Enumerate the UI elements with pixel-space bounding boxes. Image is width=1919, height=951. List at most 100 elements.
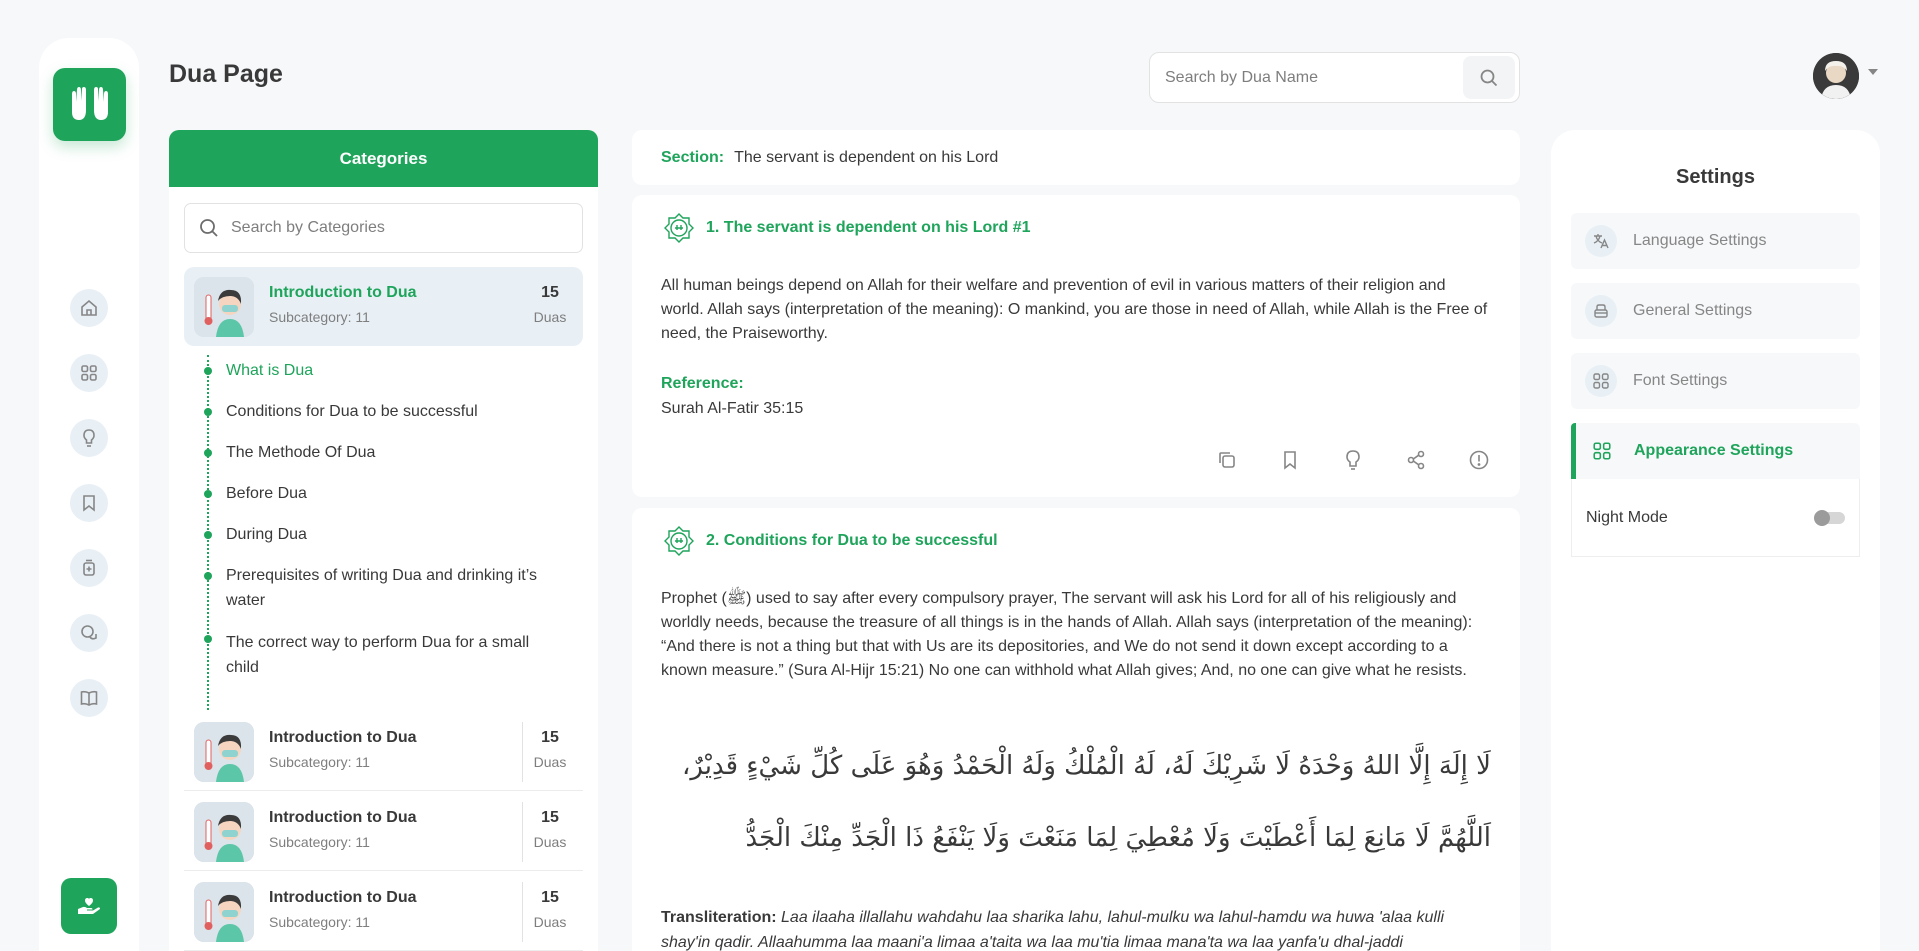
subcategory-item[interactable]: What is Dua [226, 358, 556, 383]
subcategory-item[interactable]: Before Dua [226, 481, 556, 506]
book-icon[interactable] [70, 679, 108, 717]
categories-title: Categories [169, 130, 598, 187]
hands-icon[interactable] [53, 68, 126, 141]
grid-icon [1585, 365, 1617, 397]
category-item[interactable]: Introduction to Dua Subcategory: 11 15 D… [184, 872, 583, 951]
subcategory-item[interactable]: The correct way to perform Dua for a sma… [226, 630, 546, 680]
bookmark-icon[interactable] [70, 484, 108, 522]
settings-panel: Settings Language Settings General Setti… [1551, 130, 1880, 951]
arabic-text: لَا إِلَهَ إِلَّا اللهُ وَحْدَهُ لَا شَر… [681, 751, 1491, 853]
dua-count: 15 [541, 809, 559, 826]
night-mode-toggle[interactable] [1814, 509, 1845, 526]
grid-icon [1586, 435, 1618, 467]
dua-count-label: Duas [533, 834, 567, 850]
appearance-settings[interactable]: Appearance Settings [1571, 423, 1860, 479]
settings-title: Settings [1676, 166, 1755, 188]
search-icon [1480, 69, 1498, 86]
donate-icon[interactable] [61, 878, 117, 934]
category-item-active[interactable]: Introduction to Dua Subcategory: 11 15 D… [184, 267, 583, 346]
subcategory-dot [204, 490, 212, 498]
plus-jar-icon[interactable] [70, 549, 108, 587]
subcategory-item[interactable]: The Methode Of Dua [226, 440, 556, 465]
category-thumbnail [194, 722, 254, 782]
general-icon [1585, 295, 1617, 327]
category-thumbnail [194, 277, 254, 337]
transliteration-text: Laa ilaaha illallahu wahdahu laa sharika… [661, 909, 1445, 951]
divider [522, 722, 523, 782]
settings-item-label: Appearance Settings [1634, 442, 1794, 459]
dua-title-text: 2. Conditions for Dua to be successful [706, 532, 998, 549]
dua-body: All human beings depend on Allah for the… [661, 277, 1488, 342]
dua-count: 15 [541, 729, 559, 746]
section-label: Section: [661, 148, 725, 166]
night-mode-label: Night Mode [1586, 508, 1668, 526]
category-name: Introduction to Dua [269, 284, 417, 301]
language-settings[interactable]: Language Settings [1571, 213, 1860, 269]
category-item[interactable]: Introduction to Dua Subcategory: 11 15 D… [184, 792, 583, 871]
subcategory-dot [204, 531, 212, 539]
page-title: Dua Page [169, 60, 283, 88]
grid-icon[interactable] [70, 354, 108, 392]
category-thumbnail [194, 882, 254, 942]
subcategory-item[interactable]: Prerequisites of writing Dua and drinkin… [226, 563, 546, 613]
divider [522, 802, 523, 862]
dua-actions [1214, 447, 1491, 472]
font-settings[interactable]: Font Settings [1571, 353, 1860, 409]
left-rail [39, 38, 139, 951]
category-thumbnail [194, 802, 254, 862]
allah-emblem-icon [664, 526, 694, 556]
category-name: Introduction to Dua [269, 889, 417, 906]
subcategory-dot [204, 367, 212, 375]
night-mode-row: Night Mode [1571, 479, 1860, 557]
subcategory-item[interactable]: Conditions for Dua to be successful [226, 399, 556, 424]
toggle-knob [1814, 509, 1830, 526]
home-icon[interactable] [70, 289, 108, 327]
bulb-icon[interactable] [1340, 447, 1365, 472]
settings-item-label: Font Settings [1633, 372, 1728, 389]
dua-count-label: Duas [533, 914, 567, 930]
reference-label: Reference: [661, 375, 744, 392]
categories-panel: Categories Introduction to Dua Subcatego… [169, 130, 598, 951]
chat-icon[interactable] [70, 614, 108, 652]
category-subcount: Subcategory: 11 [269, 309, 370, 325]
dua-title: 1. The servant is dependent on his Lord … [661, 210, 1031, 246]
category-subcount: Subcategory: 11 [269, 834, 370, 850]
share-icon[interactable] [1403, 447, 1428, 472]
dua-count-label: Duas [533, 754, 567, 770]
transliteration-label: Transliteration: [661, 909, 777, 926]
section-name: The servant is dependent on his Lord [734, 148, 999, 166]
subcategory-dot [204, 635, 212, 643]
general-settings[interactable]: General Settings [1571, 283, 1860, 339]
dua-count: 15 [541, 889, 559, 906]
dua-search-input[interactable] [1150, 68, 1463, 87]
dua-count: 15 [541, 284, 559, 301]
category-name: Introduction to Dua [269, 729, 417, 746]
settings-item-label: General Settings [1633, 302, 1753, 319]
bookmark-icon[interactable] [1277, 447, 1302, 472]
translate-icon [1585, 225, 1617, 257]
category-name: Introduction to Dua [269, 809, 417, 826]
category-subcount: Subcategory: 11 [269, 914, 370, 930]
avatar[interactable] [1813, 53, 1859, 99]
allah-emblem-icon [664, 213, 694, 243]
category-item[interactable]: Introduction to Dua Subcategory: 11 15 D… [184, 712, 583, 791]
report-icon[interactable] [1466, 447, 1491, 472]
category-search [184, 203, 583, 253]
dua-card: 1. The servant is dependent on his Lord … [632, 195, 1520, 497]
chevron-down-icon[interactable] [1868, 69, 1878, 75]
search-icon [200, 219, 218, 237]
dua-title-text: 1. The servant is dependent on his Lord … [706, 219, 1031, 236]
dua-card: 2. Conditions for Dua to be successful P… [632, 508, 1520, 951]
dua-body: Prophet (ﷺ) used to say after every comp… [661, 590, 1473, 679]
dua-search [1149, 52, 1520, 103]
bulb-icon[interactable] [70, 419, 108, 457]
subcategory-dot [204, 572, 212, 580]
section-bar: Section: The servant is dependent on his… [632, 130, 1520, 185]
subcategory-item[interactable]: During Dua [226, 522, 556, 547]
transliteration: Transliteration: Laa ilaaha illallahu wa… [661, 905, 1491, 951]
search-button[interactable] [1463, 56, 1515, 99]
divider [522, 882, 523, 942]
category-search-input[interactable] [231, 219, 582, 237]
dua-count-label: Duas [533, 309, 567, 325]
copy-icon[interactable] [1214, 447, 1239, 472]
